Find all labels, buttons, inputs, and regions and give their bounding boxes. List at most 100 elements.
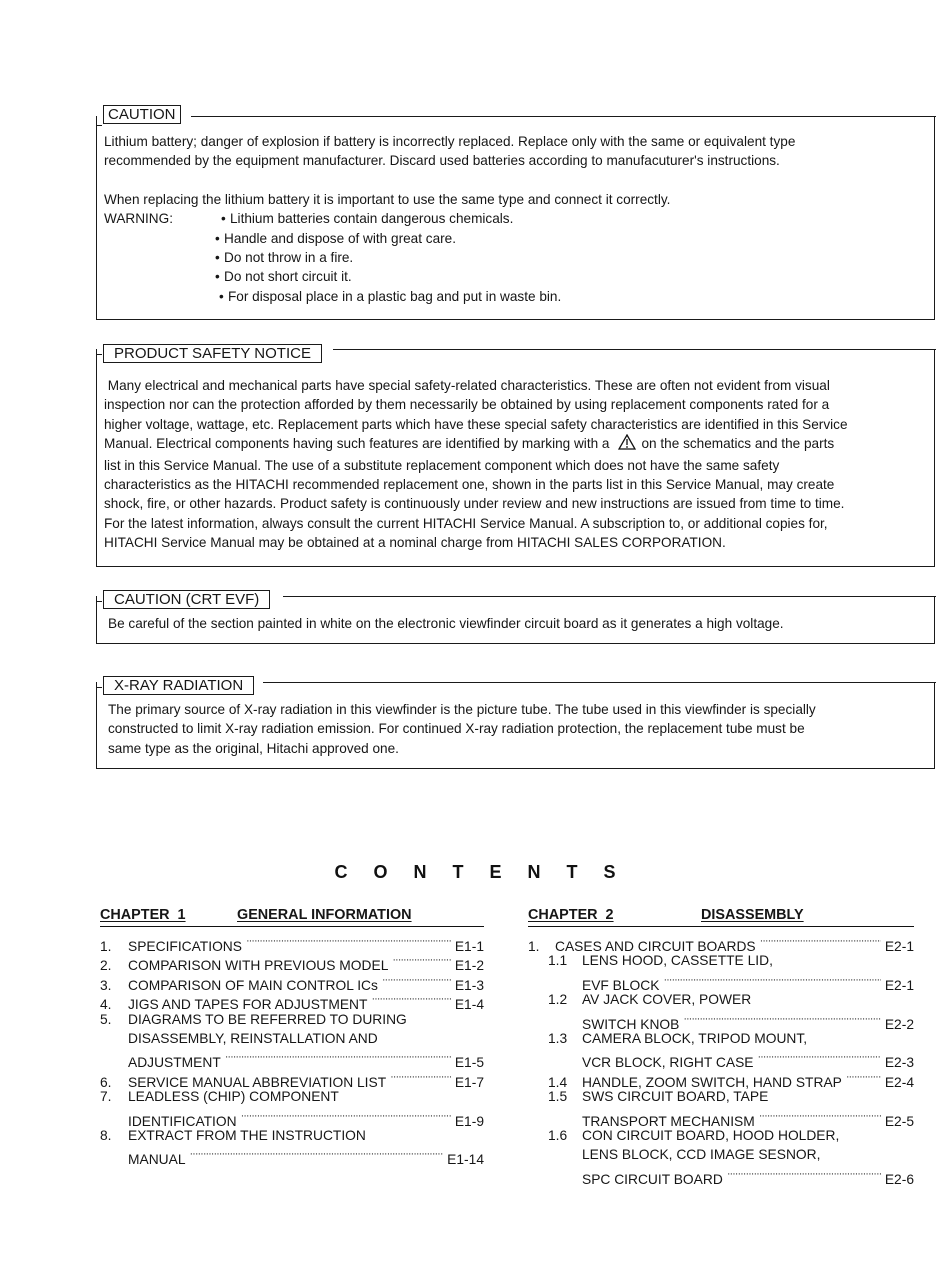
toc-entry-page: E1-2 [454, 958, 484, 974]
toc-entry-title: SPECIFICATIONS [128, 939, 242, 954]
bullet-icon: • [221, 211, 226, 227]
xray-radiation-body: The primary source of X-ray radiation in… [108, 700, 920, 758]
chapter-2-label: CHAPTER 2 [528, 907, 614, 923]
toc-entry-title: VCR BLOCK, RIGHT CASE [582, 1055, 754, 1071]
toc-leader-dots [390, 1068, 451, 1087]
toc-entry-title: CAMERA BLOCK, TRIPOD MOUNT, [582, 1030, 808, 1046]
safety-text-line: higher voltage, wattage, etc. Replacemen… [104, 416, 848, 432]
toc-leader-dots [757, 1048, 880, 1067]
toc-entry-page: E1-5 [454, 1055, 484, 1071]
caution-text-line: Lithium battery; danger of explosion if … [104, 134, 796, 149]
toc-entry-title: MANUAL [128, 1152, 186, 1168]
toc-entry[interactable]: 1.1LENS HOOD, CASSETTE LID,EVF BLOCKE2-1 [528, 951, 914, 992]
toc-entry[interactable]: 7. LEADLESS (CHIP) COMPONENT IDENTIFICATIO… [100, 1087, 484, 1128]
toc-entry-title: COMPARISON OF MAIN CONTROL ICs [128, 977, 378, 993]
warning-list: • Lithium batteries contain dangerous che… [215, 209, 561, 306]
toc-entry-page: E1-14 [447, 1152, 484, 1168]
toc-entry[interactable]: 1.6 CON CIRCUIT BOARD, HOOD HOLDER, LENS B… [528, 1126, 914, 1187]
toc-leader-dots [371, 990, 450, 1009]
toc-entry-page: E1-9 [454, 1113, 484, 1129]
toc-entry-number: 1.1 [548, 953, 568, 969]
toc-entry-title: CON CIRCUIT BOARD, HOOD HOLDER, [582, 1127, 840, 1143]
toc-entry[interactable]: 1.5 SWS CIRCUIT BOARD, TAPE TRANSPORT MECH… [528, 1087, 914, 1128]
bullet-icon: • [215, 250, 220, 266]
toc-entry-number: 1.3 [548, 1030, 568, 1046]
safety-text-line: inspection nor can the protection afford… [104, 397, 830, 413]
bullet-icon: • [219, 288, 224, 304]
toc-entry-number: 5. [100, 1011, 112, 1027]
toc-entry-title: SPC CIRCUIT BOARD [582, 1171, 723, 1187]
toc-entry[interactable]: 1.2AV JACK COVER, POWERSWITCH KNOBE2-2 [528, 990, 914, 1031]
chapter-1-header: CHAPTER 1 GENERAL INFORMATION [100, 907, 484, 927]
toc-entry[interactable]: 8. EXTRACT FROM THE INSTRUCTION MANUAL E1-1… [100, 1126, 484, 1167]
xray-radiation-title: X-RAY RADIATION [103, 676, 255, 695]
safety-text-line: Many electrical and mechanical parts hav… [104, 378, 830, 393]
toc-entry[interactable]: 1.3 CAMERA BLOCK, TRIPOD MOUNT, VCR BLOCK,… [528, 1029, 914, 1070]
toc-leader-dots [846, 1068, 881, 1087]
toc-entry-title: AV JACK COVER, POWER [582, 992, 752, 1008]
chapter-2: CHAPTER 2 DISASSEMBLY 1. CASES AND CIRCUI… [528, 907, 914, 1187]
toc-entry-page: E2-1 [884, 977, 914, 993]
caution-title: CAUTION [103, 105, 181, 124]
toc-entry-page: E2-5 [884, 1113, 914, 1129]
toc-leader-dots [760, 932, 881, 951]
toc-entry-page: E1-4 [454, 997, 484, 1013]
warning-item: • Do not short circuit it. [215, 267, 561, 286]
toc-leader-dots [190, 1145, 444, 1164]
toc-leader-dots [382, 971, 451, 990]
toc-entry-number: 1. [100, 939, 112, 954]
product-safety-notice: PRODUCT SAFETY NOTICE Many electrical an… [95, 344, 936, 567]
toc-leader-dots [683, 1010, 880, 1029]
toc-entry[interactable]: 5. DIAGRAMS TO BE REFERRED TO DURING DISAS… [100, 1010, 484, 1071]
toc-entry-number: 2. [100, 958, 112, 974]
bullet-icon: • [215, 230, 220, 246]
toc-entry-title: LENS HOOD, CASSETTE LID, [582, 953, 773, 969]
toc-entry-page: E2-3 [884, 1055, 914, 1071]
toc-entry-title: DIAGRAMS TO BE REFERRED TO DURING [128, 1011, 407, 1027]
safety-text-line: characteristics as the HITACHI recommend… [104, 477, 835, 493]
caution-crt-evf-notice: CAUTION (CRT EVF) Be careful of the sect… [95, 590, 936, 644]
toc-entry-title: ADJUSTMENT [128, 1055, 221, 1071]
product-safety-title: PRODUCT SAFETY NOTICE [103, 344, 322, 363]
toc-leader-dots [225, 1048, 451, 1067]
warning-item: • Handle and dispose of with great care. [215, 229, 561, 248]
xray-radiation-notice: X-RAY RADIATION The primary source of X-… [95, 676, 936, 769]
contents-heading: CONTENTS [334, 862, 642, 882]
toc-entry-number: 1.2 [548, 992, 568, 1008]
xray-text-line: constructed to limit X-ray radiation emi… [108, 721, 805, 737]
toc-entry-page: E2-2 [884, 1016, 914, 1032]
chapter-2-toc: 1.CASES AND CIRCUIT BOARDSE2-11.1 LENS HO… [528, 932, 914, 1187]
toc-entry-page: E1-3 [454, 977, 484, 993]
toc-entry-number: 3. [100, 977, 112, 993]
warning-item: • For disposal place in a plastic bag and… [219, 287, 561, 306]
xray-text-line: The primary source of X-ray radiation in… [108, 702, 816, 717]
toc-leader-dots [246, 932, 451, 951]
toc-leader-dots [727, 1165, 881, 1184]
toc-entry-title: LEADLESS (CHIP) COMPONENT [128, 1089, 339, 1105]
caution-notice: CAUTION Lithium battery; danger of explo… [95, 105, 936, 320]
safety-text-line: shock, fire, or other hazards. Product s… [104, 496, 845, 512]
warning-item: • Do not throw in a fire. [215, 248, 561, 267]
xray-text-line: same type as the original, Hitachi appro… [108, 740, 399, 756]
toc-entry-number: 1.6 [548, 1127, 568, 1143]
toc-entry-page: E2-1 [884, 939, 914, 954]
safety-text-line: Manual. Electrical components having suc… [104, 433, 920, 455]
toc-entry-page: E1-7 [454, 1074, 484, 1090]
toc-entry-number: 8. [100, 1127, 112, 1143]
toc-entry-title: COMPARISON WITH PREVIOUS MODEL [128, 958, 389, 974]
toc-leader-dots [759, 1107, 881, 1126]
safety-text-line: list in this Service Manual. The use of … [104, 457, 780, 473]
caution-crt-evf-title: CAUTION (CRT EVF) [103, 590, 271, 609]
toc-entry-title: SWS CIRCUIT BOARD, TAPE [582, 1089, 769, 1105]
caution-text-line: recommended by the equipment manufacture… [104, 153, 780, 169]
chapter-1-label: CHAPTER 1 [100, 907, 186, 923]
caution-body: Lithium battery; danger of explosion if … [104, 132, 920, 306]
toc-entry-page: E2-6 [884, 1171, 914, 1187]
toc-entry-number: 1.5 [548, 1089, 568, 1105]
toc-entry[interactable]: 1.CASES AND CIRCUIT BOARDSE2-1 [528, 932, 914, 954]
warning-item: • Lithium batteries contain dangerous che… [221, 209, 561, 228]
toc-leader-dots [663, 971, 880, 990]
toc-entry[interactable]: 1. SPECIFICATIONS E1-1 [100, 932, 484, 954]
caution-crt-evf-text: Be careful of the section painted in whi… [108, 616, 784, 631]
toc-entry-title: LENS BLOCK, CCD IMAGE SESNOR, [582, 1147, 821, 1163]
